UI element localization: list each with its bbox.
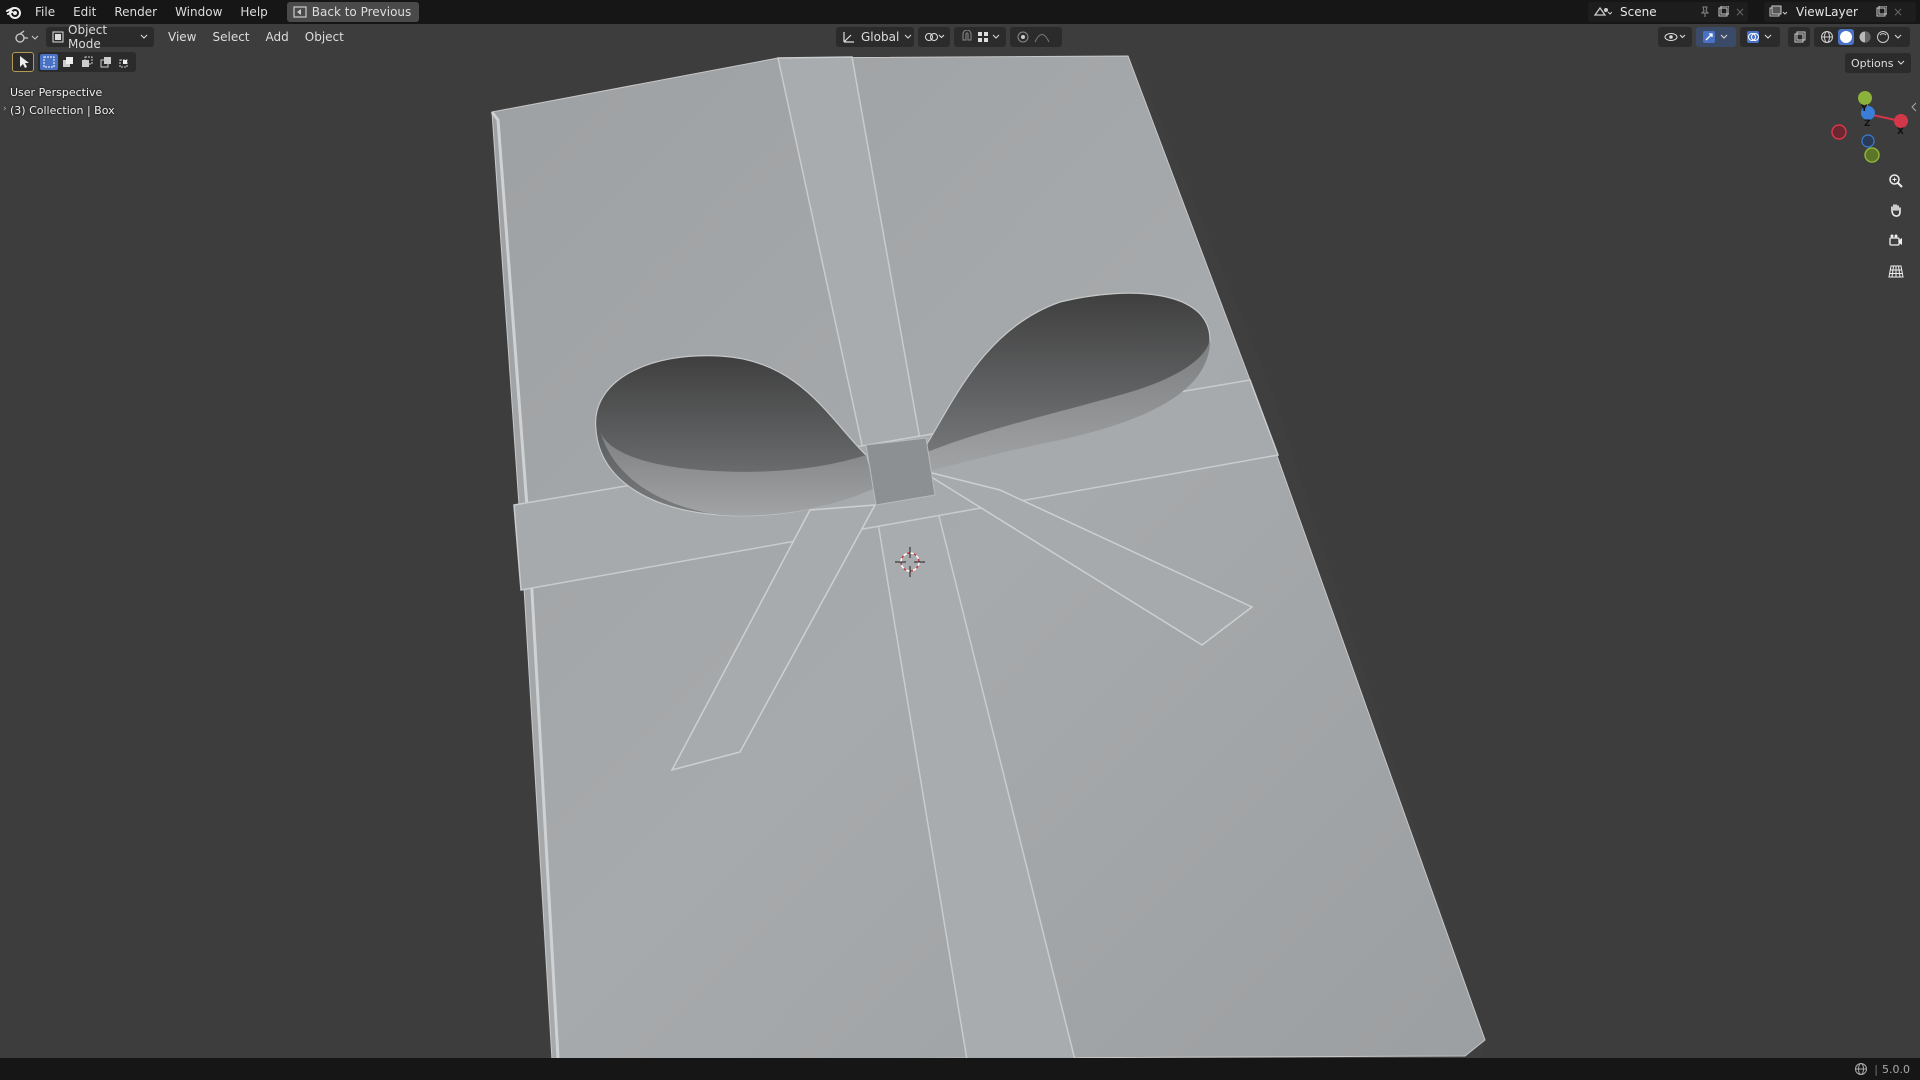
viewlayer-name[interactable]: ViewLayer bbox=[1792, 5, 1872, 19]
proportional-editing-dropdown[interactable] bbox=[1010, 27, 1062, 47]
gizmo-z-label: Z bbox=[1864, 119, 1871, 129]
pivot-point-dropdown[interactable] bbox=[918, 27, 950, 47]
editor-type-button[interactable] bbox=[8, 27, 42, 47]
back-to-previous-label: Back to Previous bbox=[311, 5, 412, 19]
menu-render[interactable]: Render bbox=[105, 0, 166, 24]
falloff-curve-icon[interactable] bbox=[1034, 31, 1050, 43]
wireframe-shading-icon[interactable] bbox=[1820, 30, 1834, 44]
selectability-visibility-dropdown[interactable] bbox=[1658, 27, 1692, 47]
gizmo-x-label: X bbox=[1897, 127, 1904, 137]
viewport-header: Object Mode View Select Add Object Globa… bbox=[0, 23, 1920, 51]
3d-viewport[interactable] bbox=[0, 50, 1920, 1060]
orientation-axes-icon bbox=[842, 30, 856, 44]
version-label: 5.0.0 bbox=[1882, 1062, 1910, 1076]
overlays-toggle[interactable] bbox=[1740, 27, 1780, 47]
select-new-icon[interactable] bbox=[40, 54, 58, 70]
menu-object[interactable]: Object bbox=[299, 27, 350, 47]
menu-file[interactable]: File bbox=[26, 0, 64, 24]
scene-icon bbox=[1588, 5, 1616, 19]
mode-dropdown[interactable]: Object Mode bbox=[46, 23, 154, 51]
new-scene-icon[interactable] bbox=[1714, 6, 1732, 18]
top-bar: File Edit Render Window Help Back to Pre… bbox=[0, 0, 1920, 24]
camera-view-button[interactable] bbox=[1883, 228, 1909, 254]
chevron-down-icon bbox=[1897, 60, 1905, 66]
snap-grid-icon[interactable] bbox=[977, 31, 989, 43]
mode-label: Object Mode bbox=[68, 23, 108, 51]
chevron-down-icon bbox=[992, 34, 1000, 40]
magnifier-icon bbox=[1888, 173, 1904, 189]
gizmo-toggle[interactable] bbox=[1696, 27, 1736, 47]
shading-mode-group bbox=[1814, 27, 1910, 47]
hand-icon bbox=[1888, 203, 1904, 219]
eye-cursor-icon bbox=[1664, 31, 1688, 43]
scene-render bbox=[490, 55, 1486, 1060]
viewlayer-icon bbox=[1764, 5, 1792, 19]
gizmo-arrow-icon bbox=[1702, 30, 1730, 44]
menu-edit[interactable]: Edit bbox=[64, 0, 105, 24]
snap-magnet-icon[interactable] bbox=[960, 30, 974, 44]
menu-add[interactable]: Add bbox=[260, 27, 295, 47]
gizmo-x-icon bbox=[1894, 114, 1908, 128]
zoom-button[interactable] bbox=[1883, 168, 1909, 194]
material-preview-shading-icon[interactable] bbox=[1858, 30, 1872, 44]
network-globe-icon[interactable] bbox=[1854, 1062, 1868, 1076]
select-tool-button[interactable] bbox=[12, 52, 34, 72]
perspective-toggle-button[interactable] bbox=[1883, 258, 1909, 284]
status-bar: | 5.0.0 bbox=[0, 1058, 1920, 1080]
menu-view[interactable]: View bbox=[162, 27, 202, 47]
editor-type-icon bbox=[14, 30, 40, 44]
new-viewlayer-icon[interactable] bbox=[1872, 6, 1890, 18]
camera-icon bbox=[1888, 233, 1904, 249]
delete-scene-icon[interactable]: × bbox=[1732, 5, 1748, 19]
grid-perspective-icon bbox=[1888, 263, 1904, 279]
orientation-label: Global bbox=[861, 30, 900, 44]
gizmo-y-icon bbox=[1858, 91, 1872, 105]
menu-help[interactable]: Help bbox=[231, 0, 276, 24]
blender-logo-icon[interactable] bbox=[2, 0, 26, 24]
main-menu: File Edit Render Window Help bbox=[26, 0, 277, 24]
select-invert-icon[interactable] bbox=[97, 54, 115, 70]
gizmo-neg-x-icon bbox=[1831, 124, 1847, 140]
cursor-arrow-icon bbox=[17, 55, 29, 69]
tool-settings bbox=[12, 52, 136, 72]
scene-selector[interactable]: Scene × bbox=[1588, 2, 1748, 22]
select-intersect-icon[interactable] bbox=[116, 54, 134, 70]
pan-button[interactable] bbox=[1883, 198, 1909, 224]
options-label: Options bbox=[1851, 56, 1894, 70]
snap-dropdown[interactable] bbox=[954, 27, 1006, 47]
pin-icon[interactable] bbox=[1696, 6, 1714, 18]
ribbon-knot bbox=[865, 437, 936, 506]
back-to-previous-button[interactable]: Back to Previous bbox=[286, 2, 420, 22]
proportional-edit-icon[interactable] bbox=[1016, 30, 1030, 44]
menu-window[interactable]: Window bbox=[166, 0, 231, 24]
perspective-label: User Perspective bbox=[10, 86, 103, 99]
viewlayer-selector[interactable]: ViewLayer × bbox=[1764, 2, 1916, 22]
chevron-down-icon bbox=[904, 34, 912, 40]
object-mode-icon bbox=[52, 31, 64, 43]
rendered-shading-icon[interactable] bbox=[1876, 30, 1890, 44]
screen-back-icon bbox=[293, 6, 307, 18]
gizmo-y-label: Y bbox=[1861, 104, 1868, 114]
delete-viewlayer-icon[interactable]: × bbox=[1890, 5, 1906, 19]
transform-orientation-dropdown[interactable]: Global bbox=[836, 27, 914, 47]
selection-mode-group bbox=[38, 52, 136, 72]
menu-select[interactable]: Select bbox=[206, 27, 255, 47]
chevron-down-icon[interactable] bbox=[1894, 34, 1902, 40]
select-extend-icon[interactable] bbox=[59, 54, 77, 70]
overlay-circles-icon bbox=[1746, 30, 1774, 44]
chevron-down-icon bbox=[140, 34, 148, 40]
navigation-gizmo[interactable]: X Y Z bbox=[1820, 86, 1920, 166]
gizmo-neg-z-icon bbox=[1861, 134, 1875, 148]
collection-expand-icon[interactable]: › bbox=[3, 104, 7, 114]
collection-label: (3) Collection | Box bbox=[10, 104, 115, 117]
select-subtract-icon[interactable] bbox=[78, 54, 96, 70]
xray-toggle[interactable] bbox=[1788, 27, 1810, 47]
pivot-link-icon bbox=[924, 31, 946, 43]
solid-shading-icon[interactable] bbox=[1838, 29, 1854, 45]
options-dropdown[interactable]: Options bbox=[1845, 53, 1912, 73]
scene-name[interactable]: Scene bbox=[1616, 5, 1696, 19]
gizmo-neg-y-icon bbox=[1864, 147, 1880, 163]
xray-icon bbox=[1794, 31, 1806, 43]
